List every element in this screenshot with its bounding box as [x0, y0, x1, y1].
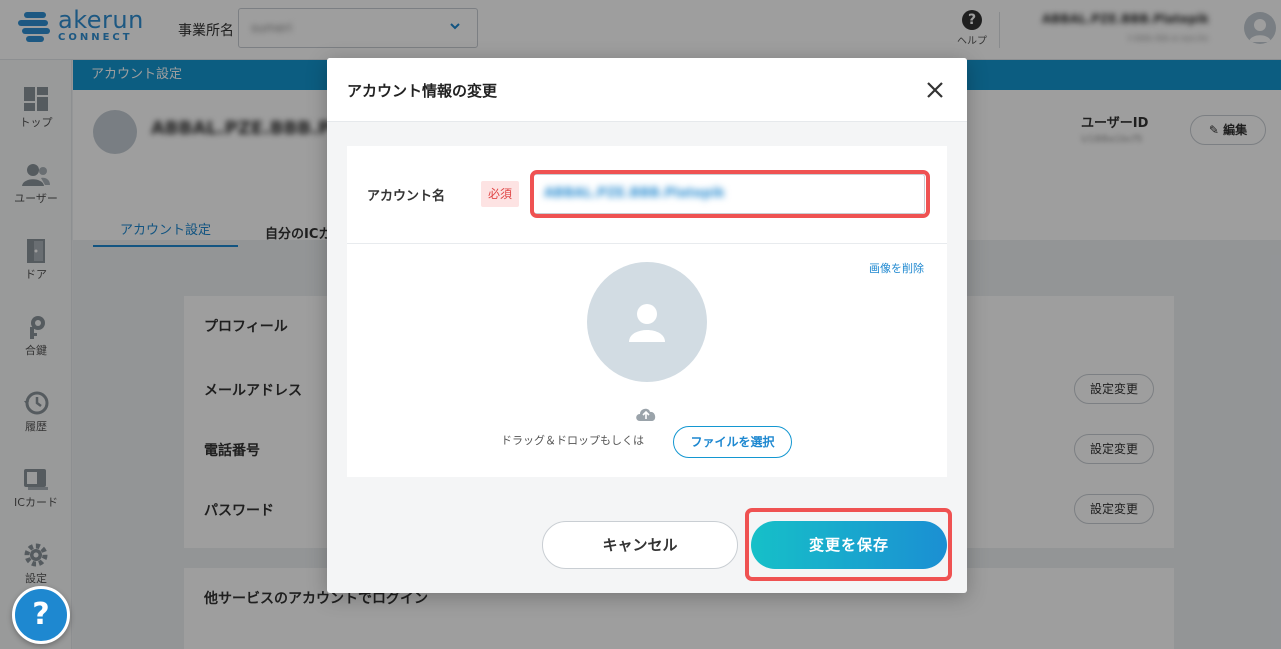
help-fab[interactable]: ?	[12, 586, 70, 644]
user-placeholder-icon	[629, 304, 665, 342]
modal-title: アカウント情報の変更	[347, 82, 498, 100]
cancel-button[interactable]: キャンセル	[542, 521, 738, 569]
close-icon[interactable]	[923, 78, 947, 102]
select-file-button[interactable]: ファイルを選択	[673, 426, 792, 458]
required-badge: 必須	[481, 181, 519, 207]
drag-drop-text: ドラッグ＆ドロップもしくは	[501, 434, 644, 447]
account-name-label: アカウント名	[367, 189, 446, 204]
profile-image-preview	[587, 262, 707, 382]
cloud-upload-icon	[636, 408, 656, 421]
save-highlight-box	[745, 508, 952, 581]
delete-image-link[interactable]: 画像を削除	[869, 260, 924, 276]
input-highlight-box	[530, 170, 930, 218]
modal-header: アカウント情報の変更	[327, 58, 967, 122]
